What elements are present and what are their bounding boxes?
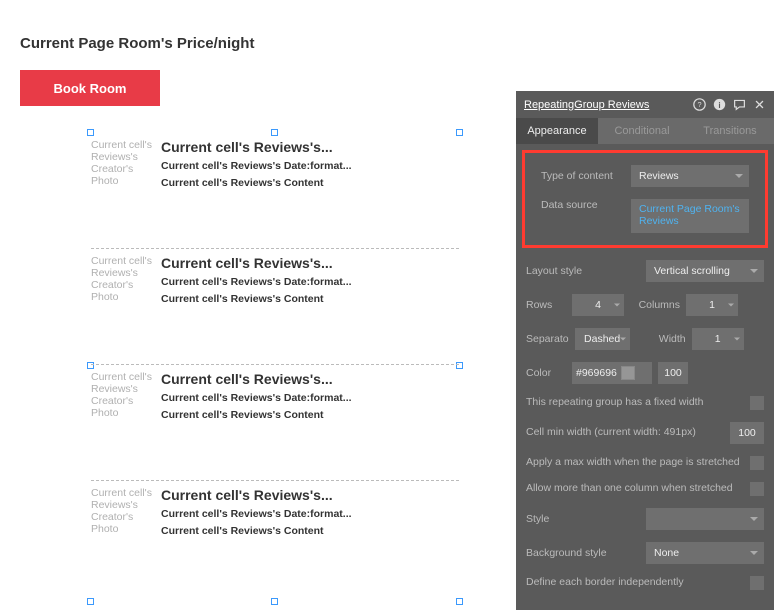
chevron-down-icon (750, 551, 758, 555)
panel-header[interactable]: RepeatingGroup Reviews ? i (516, 91, 774, 118)
columns-input[interactable]: 1 (686, 294, 738, 316)
rows-input[interactable]: 4 (572, 294, 624, 316)
color-swatch[interactable] (621, 366, 635, 380)
color-label: Color (526, 367, 566, 379)
source-dropdown[interactable]: Current Page Room's Reviews (631, 199, 749, 233)
type-dropdown[interactable]: Reviews (631, 165, 749, 187)
photo-placeholder: Current cell's Reviews's Creator's Photo (91, 255, 161, 303)
help-icon[interactable]: ? (692, 98, 706, 112)
fixed-width-checkbox[interactable] (750, 396, 764, 410)
border-label: Define each border independently (526, 576, 684, 590)
chevron-down-icon (750, 517, 758, 521)
more-col-label: Allow more than one column when stretche… (526, 482, 733, 496)
selection-handle[interactable] (456, 598, 463, 605)
tab-appearance[interactable]: Appearance (516, 118, 598, 144)
svg-text:?: ? (697, 100, 701, 109)
border-checkbox[interactable] (750, 576, 764, 590)
info-icon[interactable]: i (712, 98, 726, 112)
chevron-down-icon (734, 338, 740, 341)
rg-cell: Current cell's Reviews's Creator's Photo… (91, 133, 459, 249)
type-label: Type of content (541, 170, 625, 182)
page-title: Current Page Room's Price/night (20, 35, 254, 52)
layout-dropdown[interactable]: Vertical scrolling (646, 260, 764, 282)
layout-label: Layout style (526, 265, 640, 277)
fixed-width-label: This repeating group has a fixed width (526, 396, 703, 410)
source-label: Data source (541, 199, 625, 211)
width-input[interactable]: 1 (692, 328, 744, 350)
color-input[interactable]: #969696 (572, 362, 652, 384)
cell-min-width-input[interactable]: 100 (730, 422, 764, 444)
svg-text:i: i (718, 101, 720, 110)
tab-conditional[interactable]: Conditional (598, 118, 686, 144)
separator-label: Separato (526, 333, 569, 345)
highlighted-section: Type of content Reviews Data source Curr… (522, 150, 768, 248)
cell-min-width-label: Cell min width (current width: 491px) (526, 426, 696, 440)
chevron-down-icon (750, 269, 758, 273)
style-dropdown[interactable] (646, 508, 764, 530)
rg-cell: Current cell's Reviews's Creator's Photo… (91, 365, 459, 481)
book-room-button[interactable]: Book Room (20, 70, 160, 106)
opacity-input[interactable]: 100 (658, 362, 688, 384)
selection-handle[interactable] (87, 598, 94, 605)
repeating-group-reviews[interactable]: Current cell's Reviews's Creator's Photo… (90, 132, 460, 598)
bg-label: Background style (526, 547, 640, 559)
comment-icon[interactable] (732, 98, 746, 112)
rg-cell: Current cell's Reviews's Creator's Photo… (91, 249, 459, 365)
close-icon[interactable] (752, 98, 766, 112)
photo-placeholder: Current cell's Reviews's Creator's Photo (91, 371, 161, 419)
max-width-checkbox[interactable] (750, 456, 764, 470)
bg-dropdown[interactable]: None (646, 542, 764, 564)
chevron-down-icon (735, 174, 743, 178)
columns-label: Columns (630, 299, 680, 311)
editor-canvas: Current Page Room's Price/night Book Roo… (0, 0, 541, 610)
tab-transitions[interactable]: Transitions (686, 118, 774, 144)
separator-dropdown[interactable]: Dashed (575, 328, 630, 350)
max-width-label: Apply a max width when the page is stret… (526, 456, 740, 470)
rg-cell: Current cell's Reviews's Creator's Photo… (91, 481, 459, 597)
panel-title[interactable]: RepeatingGroup Reviews (524, 99, 692, 111)
photo-placeholder: Current cell's Reviews's Creator's Photo (91, 487, 161, 535)
chevron-down-icon (620, 338, 626, 341)
chevron-down-icon (614, 304, 620, 307)
rows-label: Rows (526, 299, 566, 311)
chevron-down-icon (728, 304, 734, 307)
width-label: Width (636, 333, 686, 345)
style-label: Style (526, 513, 640, 525)
selection-handle[interactable] (271, 598, 278, 605)
property-editor-panel: RepeatingGroup Reviews ? i Appearance Co… (516, 91, 774, 610)
photo-placeholder: Current cell's Reviews's Creator's Photo (91, 139, 161, 187)
more-col-checkbox[interactable] (750, 482, 764, 496)
